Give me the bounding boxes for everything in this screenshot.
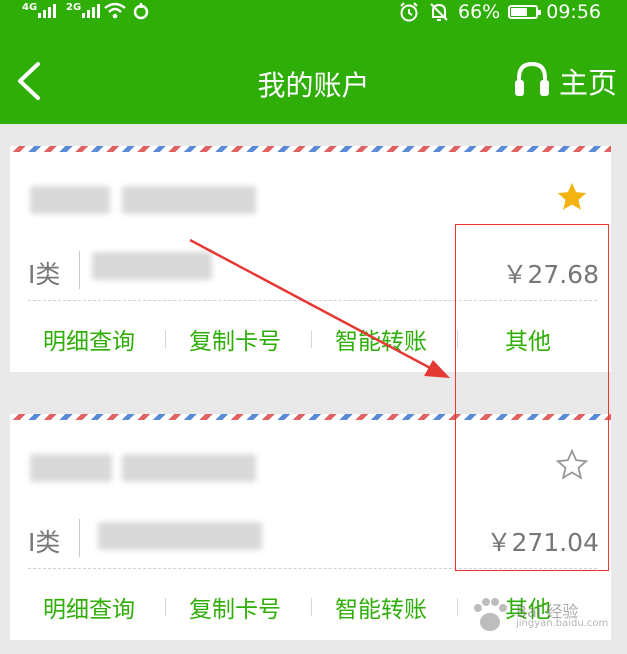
- paw-logo-icon: [474, 598, 507, 631]
- watermark-url: jingyan.baidu.com: [516, 618, 609, 629]
- annotation-arrow: [189, 238, 450, 378]
- watermark: Bai 经验 jingyan.baidu.com: [470, 596, 620, 636]
